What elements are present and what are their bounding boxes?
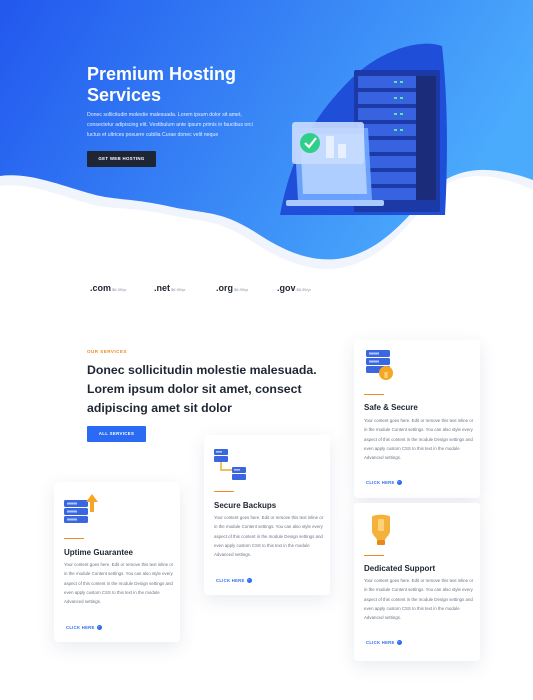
card-divider xyxy=(214,491,234,492)
domain-price: $6.99/yr xyxy=(296,287,311,292)
server-upload-icon xyxy=(64,494,98,523)
link-label: CLICK HERE xyxy=(366,480,395,485)
click-here-link[interactable]: CLICK HERE › xyxy=(366,480,402,486)
domain-net[interactable]: .net$6.99/yr xyxy=(154,278,185,296)
hero-title: Premium Hosting Services xyxy=(87,64,237,105)
domain-gov[interactable]: .gov$6.99/yr xyxy=(277,278,311,296)
card-safe-secure: Safe & Secure Your content goes here. Ed… xyxy=(354,340,480,498)
hero-section: Premium Hosting Services Donec sollicitu… xyxy=(0,0,533,290)
card-body: Your content goes here. Edit or remove t… xyxy=(364,418,474,461)
domain-tld: .gov xyxy=(277,283,296,293)
arrow-right-icon: › xyxy=(246,578,252,584)
hero-background xyxy=(0,0,533,270)
click-here-link[interactable]: CLICK HERE › xyxy=(66,625,102,631)
card-body: Your content goes here. Edit or remove t… xyxy=(64,562,174,605)
domain-price-list: .com$6.99/yr .net$6.99/yr .org$6.99/yr .… xyxy=(90,278,350,293)
hero-description: Donec sollicitudin molestie malesuada. L… xyxy=(87,112,253,138)
card-title: Safe & Secure xyxy=(364,403,418,412)
card-divider xyxy=(364,555,384,556)
arrow-right-icon: › xyxy=(96,625,102,631)
domain-tld: .net xyxy=(154,283,171,293)
server-laptop-illustration xyxy=(280,43,447,215)
card-body: Your content goes here. Edit or remove t… xyxy=(364,578,474,621)
card-title: Secure Backups xyxy=(214,501,277,510)
server-lock-icon xyxy=(366,350,393,380)
card-divider xyxy=(64,538,84,539)
card-dedicated-support: Dedicated Support Your content goes here… xyxy=(354,503,480,661)
link-label: CLICK HERE xyxy=(366,640,395,645)
link-label: CLICK HERE xyxy=(216,578,245,583)
domain-tld: .com xyxy=(90,283,112,293)
click-here-link[interactable]: CLICK HERE › xyxy=(366,640,402,646)
domain-tld: .org xyxy=(216,283,233,293)
card-title: Dedicated Support xyxy=(364,564,436,573)
card-secure-backups: Secure Backups Your content goes here. E… xyxy=(204,435,330,595)
card-body: Your content goes here. Edit or remove t… xyxy=(214,515,324,558)
all-services-button[interactable]: ALL SERVICES xyxy=(87,426,146,442)
domain-org[interactable]: .org$6.99/yr xyxy=(216,278,248,296)
arrow-right-icon: › xyxy=(396,640,402,646)
domain-com[interactable]: .com$6.99/yr xyxy=(90,278,126,296)
card-title: Uptime Guarantee xyxy=(64,548,133,557)
domain-price: $6.99/yr xyxy=(112,287,127,292)
link-label: CLICK HERE xyxy=(66,625,95,630)
click-here-link[interactable]: CLICK HERE › xyxy=(216,578,252,584)
card-divider xyxy=(364,394,384,395)
get-web-hosting-button[interactable]: GET WEB HOSTING xyxy=(87,151,156,167)
arrow-right-icon: › xyxy=(396,480,402,486)
lightbulb-icon xyxy=(372,514,390,545)
services-eyebrow: OUR SERVICES xyxy=(87,349,127,354)
domain-price: $6.99/yr xyxy=(234,287,249,292)
card-uptime-guarantee: Uptime Guarantee Your content goes here.… xyxy=(54,482,180,642)
server-backup-icon xyxy=(214,449,246,480)
domain-price: $6.99/yr xyxy=(171,287,186,292)
services-heading: Donec sollicitudin molestie malesuada. L… xyxy=(87,363,317,415)
